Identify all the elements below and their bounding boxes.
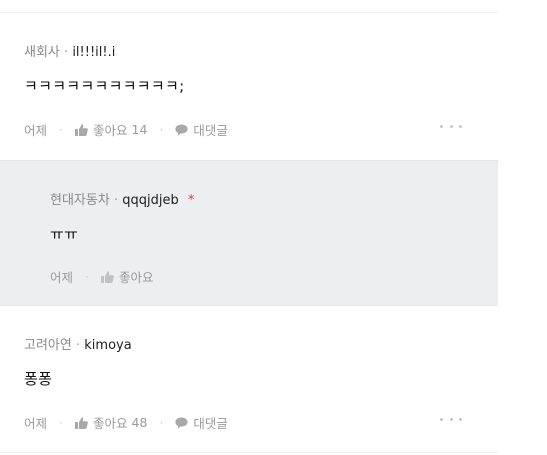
comment-meta: 새회사 · il!!!il!.i <box>24 41 115 60</box>
username[interactable]: qqqjdjeb <box>122 193 178 208</box>
action-separator: · <box>159 122 164 137</box>
more-dots-icon[interactable] <box>440 124 462 130</box>
reply-label: 대댓글 <box>193 123 228 138</box>
like-button[interactable]: 좋아요 <box>101 267 154 286</box>
comment-meta: 고려아연 · kimoya <box>24 334 132 353</box>
comment-time: 어제 <box>50 270 74 285</box>
action-separator: · <box>59 415 63 430</box>
comment-text: ㅠㅠ <box>50 225 79 243</box>
like-button[interactable]: 좋아요 48 <box>75 413 147 432</box>
like-count: 14 <box>131 122 148 137</box>
company-name: 현대자동차 <box>50 193 110 208</box>
thumbs-up-icon <box>75 123 88 136</box>
comment-text: ㅋㅋㅋㅋㅋㅋㅋㅋㅋㅋㅋ; <box>24 77 185 95</box>
action-separator: · <box>85 269 89 284</box>
comment-time: 어제 <box>24 416 48 431</box>
like-count: 48 <box>131 415 148 430</box>
company-name: 새회사 <box>24 45 60 60</box>
comment-actions: 어제 · 좋아요 <box>50 267 154 286</box>
like-label: 좋아요 <box>119 270 154 285</box>
meta-separator: · <box>64 45 69 60</box>
comment-time: 어제 <box>24 123 48 138</box>
comment-item: 고려아연 · kimoya 퐁퐁 어제 · 좋아요 48 · 대댓글 <box>0 306 498 452</box>
divider <box>0 452 498 453</box>
like-button[interactable]: 좋아요 14 <box>75 120 147 139</box>
author-badge: * <box>187 193 195 208</box>
thumbs-up-icon <box>101 270 114 283</box>
action-separator: · <box>159 415 164 430</box>
reply-button[interactable]: 대댓글 <box>175 413 228 432</box>
meta-separator: · <box>113 193 119 208</box>
reply-item: 현대자동차 · qqqjdjeb * ㅠㅠ 어제 · 좋아요 <box>0 160 498 306</box>
speech-bubble-icon <box>175 417 188 429</box>
comment-actions: 어제 · 좋아요 48 · 대댓글 <box>24 413 228 432</box>
username[interactable]: kimoya <box>84 338 131 353</box>
company-name: 고려아연 <box>24 338 72 353</box>
reply-button[interactable]: 대댓글 <box>175 120 228 139</box>
thumbs-up-icon <box>75 416 88 429</box>
comment-text: 퐁퐁 <box>24 370 53 388</box>
meta-separator: · <box>75 338 81 353</box>
like-label: 좋아요 <box>93 123 128 138</box>
comment-list: 새회사 · il!!!il!.i ㅋㅋㅋㅋㅋㅋㅋㅋㅋㅋㅋ; 어제 · 좋아요 1… <box>0 0 498 455</box>
more-dots-icon[interactable] <box>440 417 462 423</box>
comment-item: 새회사 · il!!!il!.i ㅋㅋㅋㅋㅋㅋㅋㅋㅋㅋㅋ; 어제 · 좋아요 1… <box>0 13 498 160</box>
reply-label: 대댓글 <box>193 416 228 431</box>
speech-bubble-icon <box>175 124 188 136</box>
username[interactable]: il!!!il!.i <box>72 45 115 60</box>
comment-actions: 어제 · 좋아요 14 · 대댓글 <box>24 120 228 139</box>
like-label: 좋아요 <box>93 416 128 431</box>
action-separator: · <box>59 122 63 137</box>
comment-meta: 현대자동차 · qqqjdjeb * <box>50 189 194 208</box>
